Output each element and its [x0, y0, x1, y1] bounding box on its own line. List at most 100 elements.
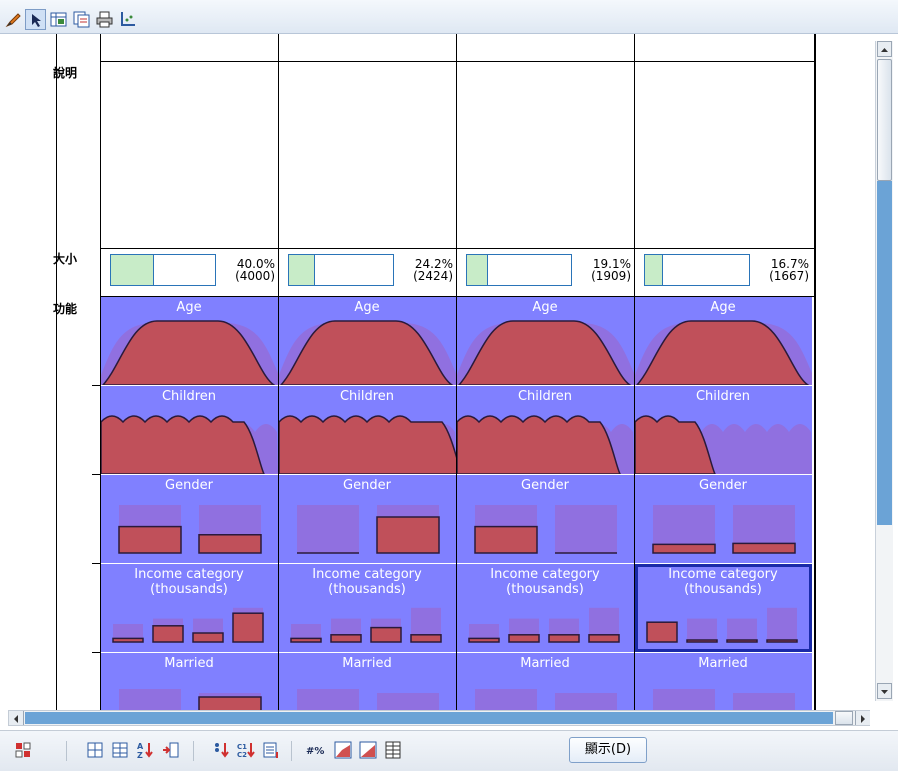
feature-cell-gender[interactable]: Gender: [635, 475, 812, 563]
feature-cell-married[interactable]: Married: [457, 653, 634, 710]
feature-title: Children: [695, 389, 751, 404]
chart-filled-icon[interactable]: [357, 739, 379, 761]
cluster-bar: [118, 525, 182, 554]
cluster-bar: [112, 637, 144, 643]
scroll-left-button[interactable]: [9, 711, 24, 725]
scroll-right-button[interactable]: [855, 711, 870, 725]
row-label-features: 功能: [53, 302, 78, 316]
transpose-icon[interactable]: [12, 739, 34, 761]
top-toolbar: [0, 0, 898, 34]
grid-icon[interactable]: [84, 739, 106, 761]
feature-cell-income[interactable]: Income category (thousands): [635, 564, 812, 652]
feature-cell-age[interactable]: Age: [279, 297, 456, 385]
feature-cell-children[interactable]: Children: [101, 386, 278, 474]
overall-bar: [555, 505, 617, 553]
feature-title: Married: [698, 656, 748, 671]
pivot-icon[interactable]: [48, 9, 69, 30]
overall-bar: [727, 618, 757, 642]
feature-cell-gender[interactable]: Gender: [457, 475, 634, 563]
sort-cluster-icon[interactable]: [210, 739, 232, 761]
chart-icon[interactable]: [332, 739, 354, 761]
print-icon[interactable]: [94, 9, 115, 30]
sort-c1c2-icon[interactable]: C1 C2: [235, 739, 257, 761]
sort-az-icon[interactable]: AZ: [134, 739, 156, 761]
overall-bar: [653, 689, 715, 710]
feature-title: Gender: [521, 478, 569, 493]
cluster-size-fill: [111, 255, 154, 285]
feature-title: Age: [710, 300, 736, 315]
scroll-thumb[interactable]: [877, 59, 892, 181]
feature-title: Children: [339, 389, 395, 404]
cluster-bar: [370, 626, 402, 643]
feature-cell-income[interactable]: Income category (thousands): [101, 564, 278, 652]
cluster-bar: [152, 625, 184, 643]
feature-cell-age[interactable]: Age: [457, 297, 634, 385]
feature-cell-age[interactable]: Age: [635, 297, 812, 385]
feature-title: Age: [176, 300, 202, 315]
scroll-up-button[interactable]: [877, 41, 892, 57]
cluster-size-count: (1909): [591, 269, 631, 283]
hash-percent-icon[interactable]: #%: [304, 739, 330, 761]
row-label-size: 大小: [53, 252, 78, 266]
cluster-distribution: [635, 415, 716, 474]
feature-cell-income[interactable]: Income category (thousands): [457, 564, 634, 652]
cluster-bar: [474, 525, 538, 554]
feature-cell-gender[interactable]: Gender: [101, 475, 278, 563]
cluster-size-bar: [644, 254, 750, 286]
list-icon[interactable]: [260, 739, 282, 761]
copy-icon[interactable]: [71, 9, 92, 30]
vertical-scrollbar[interactable]: [875, 41, 893, 701]
feature-title: Children: [517, 389, 573, 404]
show-button[interactable]: 顯示(D): [569, 737, 647, 763]
cluster-bar: [192, 632, 224, 643]
cluster-size-count: (2424): [413, 269, 453, 283]
feature-title: Gender: [699, 478, 747, 493]
feature-cell-married[interactable]: Married: [635, 653, 812, 710]
feature-title: Married: [342, 656, 392, 671]
cluster-bar: [726, 639, 758, 643]
toolbar-separator: [66, 741, 67, 761]
axis-icon[interactable]: [117, 9, 138, 30]
scroll-down-button[interactable]: [877, 683, 892, 699]
row-label-description: 說明: [53, 66, 78, 80]
cluster-size-count: (1667): [769, 269, 809, 283]
feature-cell-age[interactable]: Age: [101, 297, 278, 385]
insert-icon[interactable]: [160, 739, 182, 761]
cluster-size-bar: [466, 254, 572, 286]
scroll-track-highlight: [25, 712, 833, 724]
cluster-size-bar: [110, 254, 216, 286]
feature-cell-gender[interactable]: Gender: [279, 475, 456, 563]
scroll-thumb[interactable]: [835, 711, 853, 725]
feature-cell-children[interactable]: Children: [457, 386, 634, 474]
cluster-bar: [732, 542, 796, 554]
cluster-distribution: [101, 415, 265, 474]
cluster-bar: [290, 637, 322, 643]
svg-text:#%: #%: [306, 746, 324, 757]
cluster-distribution: [457, 415, 621, 474]
feature-title: Married: [164, 656, 214, 671]
table-icon[interactable]: [382, 739, 404, 761]
horizontal-scrollbar[interactable]: [8, 710, 870, 726]
cluster-size-fill: [467, 255, 488, 285]
feature-title: Income category (thousands): [312, 567, 422, 597]
cluster-size-count: (4000): [235, 269, 275, 283]
feature-cell-married[interactable]: Married: [101, 653, 278, 710]
cluster-bar: [232, 612, 264, 643]
bottom-toolbar: AZ C1 C2 #% 顯示(D): [0, 730, 898, 771]
cluster-bar: [330, 634, 362, 643]
feature-cell-income[interactable]: Income category (thousands): [279, 564, 456, 652]
overall-bar: [119, 689, 181, 710]
feature-title: Income category (thousands): [668, 567, 778, 597]
grid-alt-icon[interactable]: [109, 739, 131, 761]
cluster-bar: [410, 634, 442, 643]
pointer-icon[interactable]: [25, 9, 46, 30]
cluster-bar: [646, 621, 678, 643]
row-tick: [92, 563, 100, 564]
cluster-bar: [508, 634, 540, 643]
feature-cell-children[interactable]: Children: [635, 386, 812, 474]
feature-cell-children[interactable]: Children: [279, 386, 456, 474]
svg-text:Z: Z: [137, 751, 143, 759]
feature-cell-married[interactable]: Married: [279, 653, 456, 710]
pencil-icon[interactable]: [3, 9, 24, 30]
overall-bar: [377, 693, 439, 710]
